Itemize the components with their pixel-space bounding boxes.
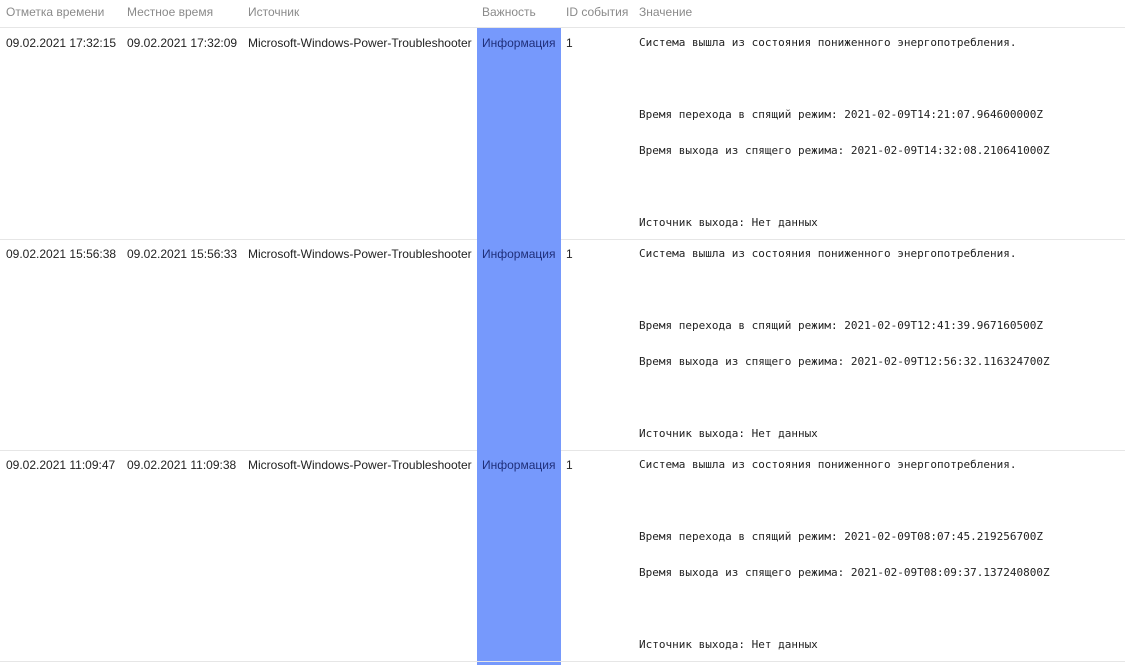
- local-time-cell: 09.02.2021 15:56:33: [127, 247, 238, 261]
- local-time-cell: 09.02.2021 11:09:38: [127, 458, 237, 472]
- message-line: Время выхода из спящего режима: 2021-02-…: [639, 355, 1050, 368]
- column-header-timestamp[interactable]: Отметка времени: [6, 0, 104, 27]
- column-header-local-time[interactable]: Местное время: [127, 0, 213, 27]
- message-line: Система вышла из состояния пониженного э…: [639, 247, 1017, 260]
- severity-cell: Информация: [477, 239, 561, 450]
- message-line: Система вышла из состояния пониженного э…: [639, 458, 1017, 471]
- table-row[interactable]: 09.02.2021 17:32:15 09.02.2021 17:32:09 …: [0, 28, 1125, 240]
- severity-cell: Информация: [477, 28, 561, 239]
- event-id-cell: 1: [566, 36, 573, 50]
- timestamp-cell: 09.02.2021 11:09:47: [6, 458, 116, 472]
- column-header-value[interactable]: Значение: [639, 0, 692, 27]
- column-header-event-id[interactable]: ID события: [566, 0, 628, 27]
- table-row[interactable]: 09.02.2021 11:09:47 09.02.2021 11:09:38 …: [0, 450, 1125, 662]
- message-line: Источник выхода: Нет данных: [639, 638, 818, 651]
- column-header-source[interactable]: Источник: [248, 0, 299, 27]
- severity-label: Информация: [482, 458, 556, 472]
- event-id-cell: 1: [566, 247, 573, 261]
- event-id-cell: 1: [566, 458, 573, 472]
- severity-label: Информация: [482, 247, 556, 261]
- severity-cell: Информация: [477, 450, 561, 661]
- message-line: Источник выхода: Нет данных: [639, 216, 818, 229]
- message-line: Время выхода из спящего режима: 2021-02-…: [639, 566, 1050, 579]
- local-time-cell: 09.02.2021 17:32:09: [127, 36, 238, 50]
- message-line: Система вышла из состояния пониженного э…: [639, 36, 1017, 49]
- severity-label: Информация: [482, 36, 556, 50]
- source-cell: Microsoft-Windows-Power-Troubleshooter: [248, 247, 472, 261]
- message-line: Источник выхода: Нет данных: [639, 427, 818, 440]
- column-header-severity[interactable]: Важность: [482, 0, 536, 27]
- timestamp-cell: 09.02.2021 17:32:15: [6, 36, 117, 50]
- source-cell: Microsoft-Windows-Power-Troubleshooter: [248, 458, 472, 472]
- message-line: Время перехода в спящий режим: 2021-02-0…: [639, 319, 1043, 332]
- message-line: Время выхода из спящего режима: 2021-02-…: [639, 144, 1050, 157]
- table-header: Отметка времени Местное время Источник В…: [0, 0, 1125, 28]
- source-cell: Microsoft-Windows-Power-Troubleshooter: [248, 36, 472, 50]
- table-row[interactable]: 09.02.2021 15:56:38 09.02.2021 15:56:33 …: [0, 239, 1125, 451]
- message-line: Время перехода в спящий режим: 2021-02-0…: [639, 530, 1043, 543]
- message-line: Время перехода в спящий режим: 2021-02-0…: [639, 108, 1043, 121]
- event-log-table: Отметка времени Местное время Источник В…: [0, 0, 1125, 665]
- timestamp-cell: 09.02.2021 15:56:38: [6, 247, 117, 261]
